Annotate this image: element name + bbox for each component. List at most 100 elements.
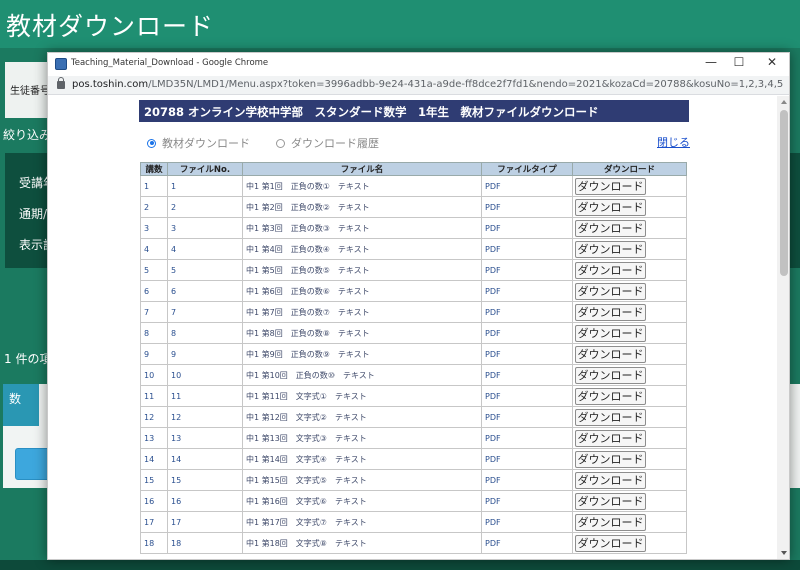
row-number: 17 — [140, 511, 168, 533]
table-row: 17 17 中1 第17回 文字式⑦ テキスト PDF ダウンロード — [140, 511, 687, 533]
row-file-type: PDF — [481, 385, 573, 407]
download-button[interactable]: ダウンロード — [575, 282, 646, 300]
row-file-no: 10 — [167, 364, 243, 386]
minimize-button[interactable]: — — [698, 55, 724, 69]
lock-icon[interactable] — [57, 77, 65, 89]
bg-course-card-label: 数 — [9, 392, 22, 406]
bg-result-count: 1 件の項 — [4, 352, 52, 366]
radio-history[interactable] — [276, 138, 285, 148]
row-number: 16 — [140, 490, 168, 512]
row-number: 13 — [140, 427, 168, 449]
close-link[interactable]: 閉じる — [657, 134, 690, 150]
row-download-cell: ダウンロード — [572, 238, 687, 260]
row-file-no: 12 — [167, 406, 243, 428]
row-number: 1 — [140, 175, 168, 197]
row-file-name: 中1 第15回 文字式⑤ テキスト — [242, 469, 482, 491]
download-button[interactable]: ダウンロード — [575, 366, 646, 384]
row-number: 14 — [140, 448, 168, 470]
row-file-name: 中1 第7回 正負の数⑦ テキスト — [242, 301, 482, 323]
table-row: 18 18 中1 第18回 文字式⑧ テキスト PDF ダウンロード — [140, 532, 687, 554]
download-button[interactable]: ダウンロード — [575, 345, 646, 363]
maximize-button[interactable]: ☐ — [726, 55, 752, 69]
download-button[interactable]: ダウンロード — [575, 324, 646, 342]
row-file-type: PDF — [481, 469, 573, 491]
row-file-name: 中1 第11回 文字式① テキスト — [242, 385, 482, 407]
download-button[interactable]: ダウンロード — [575, 534, 646, 552]
download-button[interactable]: ダウンロード — [575, 240, 646, 258]
row-file-name: 中1 第17回 文字式⑦ テキスト — [242, 511, 482, 533]
row-number: 6 — [140, 280, 168, 302]
download-button[interactable]: ダウンロード — [575, 492, 646, 510]
row-number: 8 — [140, 322, 168, 344]
download-button[interactable]: ダウンロード — [575, 408, 646, 426]
row-file-name: 中1 第1回 正負の数① テキスト — [242, 175, 482, 197]
row-file-no: 5 — [167, 259, 243, 281]
table-row: 2 2 中1 第2回 正負の数② テキスト PDF ダウンロード — [140, 196, 687, 218]
row-file-type: PDF — [481, 238, 573, 260]
table-row: 3 3 中1 第3回 正負の数③ テキスト PDF ダウンロード — [140, 217, 687, 239]
download-button[interactable]: ダウンロード — [575, 198, 646, 216]
download-button[interactable]: ダウンロード — [575, 387, 646, 405]
scroll-up-arrow-icon[interactable] — [781, 100, 787, 104]
file-table: 講数 ファイルNo. ファイル名 ファイルタイプ ダウンロード 1 1 中1 第1回… — [140, 162, 687, 554]
row-download-cell: ダウンロード — [572, 196, 687, 218]
row-download-cell: ダウンロード — [572, 511, 687, 533]
row-file-no: 1 — [167, 175, 243, 197]
window-titlebar[interactable]: Teaching_Material_Download - Google Chro… — [48, 53, 789, 76]
url-text[interactable]: pos.toshin.com/LMD35N/LMD1/Menu.aspx?tok… — [72, 79, 784, 90]
table-row: 15 15 中1 第15回 文字式⑤ テキスト PDF ダウンロード — [140, 469, 687, 491]
row-file-name: 中1 第13回 文字式③ テキスト — [242, 427, 482, 449]
row-file-name: 中1 第16回 文字式⑥ テキスト — [242, 490, 482, 512]
mode-radio-group: 教材ダウンロード ダウンロード履歴 — [147, 135, 405, 151]
download-button[interactable]: ダウンロード — [575, 177, 646, 195]
download-button[interactable]: ダウンロード — [575, 261, 646, 279]
download-button[interactable]: ダウンロード — [575, 471, 646, 489]
row-file-type: PDF — [481, 448, 573, 470]
vertical-scrollbar[interactable] — [777, 96, 789, 559]
bg-filter-item[interactable]: 通期/ — [19, 205, 47, 222]
table-row: 14 14 中1 第14回 文字式④ テキスト PDF ダウンロード — [140, 448, 687, 470]
row-file-name: 中1 第10回 正負の数⑩ テキスト — [242, 364, 482, 386]
row-file-name: 中1 第6回 正負の数⑥ テキスト — [242, 280, 482, 302]
radio-download-label[interactable]: 教材ダウンロード — [162, 137, 250, 150]
row-download-cell: ダウンロード — [572, 532, 687, 554]
row-download-cell: ダウンロード — [572, 427, 687, 449]
row-file-no: 11 — [167, 385, 243, 407]
row-download-cell: ダウンロード — [572, 280, 687, 302]
row-file-type: PDF — [481, 511, 573, 533]
scrollbar-thumb[interactable] — [780, 110, 788, 276]
file-table-body: 1 1 中1 第1回 正負の数① テキスト PDF ダウンロード 2 2 中1 第2回 正負の… — [140, 175, 687, 554]
row-download-cell: ダウンロード — [572, 301, 687, 323]
row-file-type: PDF — [481, 364, 573, 386]
row-download-cell: ダウンロード — [572, 175, 687, 197]
download-button[interactable]: ダウンロード — [575, 450, 646, 468]
column-header: ダウンロード — [572, 162, 687, 176]
table-row: 11 11 中1 第11回 文字式① テキスト PDF ダウンロード — [140, 385, 687, 407]
bg-footer — [0, 560, 800, 570]
row-download-cell: ダウンロード — [572, 343, 687, 365]
row-download-cell: ダウンロード — [572, 469, 687, 491]
table-row: 16 16 中1 第16回 文字式⑥ テキスト PDF ダウンロード — [140, 490, 687, 512]
download-button[interactable]: ダウンロード — [575, 513, 646, 531]
download-button[interactable]: ダウンロード — [575, 219, 646, 237]
close-window-button[interactable]: ✕ — [759, 55, 785, 69]
radio-download[interactable] — [147, 138, 156, 148]
row-file-type: PDF — [481, 322, 573, 344]
download-button[interactable]: ダウンロード — [575, 303, 646, 321]
radio-history-label[interactable]: ダウンロード履歴 — [291, 137, 379, 150]
column-header: ファイル名 — [242, 162, 482, 176]
row-file-no: 7 — [167, 301, 243, 323]
row-download-cell: ダウンロード — [572, 406, 687, 428]
row-file-type: PDF — [481, 217, 573, 239]
row-number: 7 — [140, 301, 168, 323]
address-bar[interactable]: pos.toshin.com/LMD35N/LMD1/Menu.aspx?tok… — [48, 76, 789, 95]
row-file-name: 中1 第3回 正負の数③ テキスト — [242, 217, 482, 239]
scroll-down-arrow-icon[interactable] — [781, 551, 787, 555]
row-download-cell: ダウンロード — [572, 385, 687, 407]
row-file-type: PDF — [481, 343, 573, 365]
download-button[interactable]: ダウンロード — [575, 429, 646, 447]
row-number: 5 — [140, 259, 168, 281]
row-file-type: PDF — [481, 490, 573, 512]
table-row: 6 6 中1 第6回 正負の数⑥ テキスト PDF ダウンロード — [140, 280, 687, 302]
row-file-no: 15 — [167, 469, 243, 491]
